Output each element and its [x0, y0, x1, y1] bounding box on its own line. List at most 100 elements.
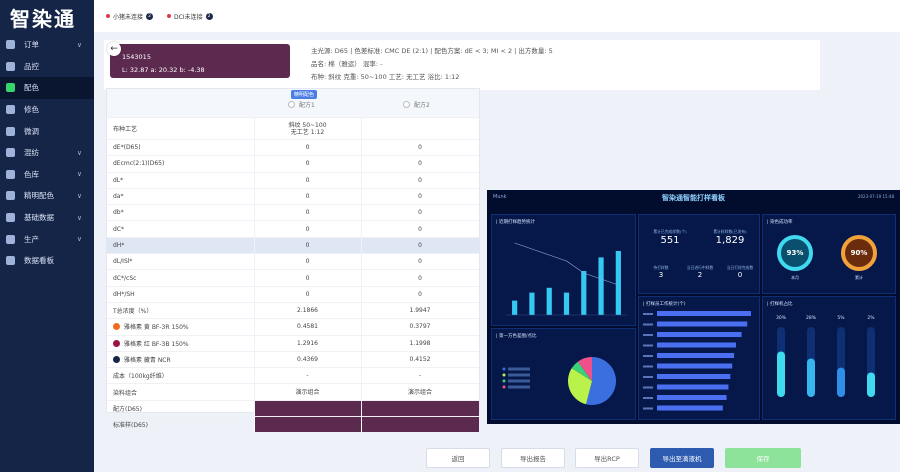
machine-panel: | 打样机占比 30% 28% 5% 2% [762, 296, 896, 420]
recipe-1-cell: 演示组合 [295, 388, 320, 396]
recipe-1-cell: 斜纹 50~100 无工艺 1:12 [288, 121, 327, 136]
recipe-1-cell: 0 [305, 209, 310, 217]
stat-value: 1,829 [715, 235, 745, 246]
sidebar-item[interactable]: 基础数据 ∨ [0, 207, 94, 229]
row-label-cell: dL* [107, 177, 254, 184]
chevron-down-icon: ∨ [76, 191, 82, 200]
back-button[interactable]: 返回 [426, 448, 490, 468]
stat-total: 累计样样数(已发布) 1,829 [703, 229, 757, 246]
sidebar-item[interactable]: 配色 [0, 77, 94, 99]
device-status-count: 2 [205, 12, 213, 20]
table-row: 染料组合 演示组合 演示组合 [107, 383, 479, 399]
row-label: 布种工艺 [113, 126, 138, 133]
row-label: db* [113, 209, 124, 217]
recipe-1-cell: 2.1866 [297, 307, 318, 315]
export-rcp-button[interactable]: 导出RCP [575, 448, 639, 468]
recipe-2-cell: 0 [418, 241, 422, 249]
recipe-2-radio[interactable]: 配方2 [403, 100, 430, 109]
dashboard-icon [6, 256, 15, 266]
recipe-1-cell: - [306, 372, 309, 380]
sidebar-item[interactable]: 生产 ∨ [0, 228, 94, 250]
table-row: dC*/cSc 0 0 [107, 269, 479, 285]
row-label-cell: da* [107, 193, 254, 200]
row-label-cell: 布种工艺 [107, 124, 254, 133]
recipe-1-cell: 0 [305, 176, 310, 184]
legend-label-placeholder [508, 385, 530, 389]
table-header: 精明配色 配方1 配方2 [107, 89, 479, 117]
row-label: dL* [113, 176, 124, 184]
row-label-cell: db* [107, 209, 254, 216]
color-card: 1543015 L: 32.87 a: 20.32 b: -4.38 [110, 44, 290, 78]
sidebar-item[interactable]: 精明配色 ∨ [0, 185, 94, 207]
legend-swatch [502, 367, 506, 371]
color-lab: L: 32.87 a: 20.32 b: -4.38 [122, 66, 205, 74]
sidebar-item[interactable]: 色库 ∨ [0, 164, 94, 186]
dashboard-time: 2023-07-19 15:48 [857, 194, 894, 199]
radio-icon [403, 101, 410, 108]
row-label-cell: 雅格素 红 BF-3B 150% [107, 339, 254, 348]
save-button[interactable]: 保存 [725, 448, 801, 468]
row-label-cell: T总浓度（%） [107, 306, 254, 315]
sidebar-item-label: 精明配色 [24, 191, 54, 201]
hbar [657, 332, 742, 337]
hbar [657, 374, 731, 379]
sidebar-item[interactable]: 品控 [0, 56, 94, 78]
dye-swatch-icon [113, 323, 120, 331]
tube-fill [867, 372, 875, 397]
export-report-button[interactable]: 导出报告 [501, 448, 565, 468]
hbar-label-placeholder [643, 334, 653, 336]
table-row: 标准样(D65) [107, 416, 479, 433]
table-row: 雅格素 红 BF-3B 150% 1.2916 1.1998 [107, 334, 479, 351]
table-row: dE*(D65) 0 0 [107, 139, 479, 155]
trend-bar [598, 257, 604, 315]
hbar [657, 321, 748, 327]
row-label-cell: dL/ISl* [107, 258, 254, 265]
trend-bar [615, 251, 621, 315]
status-dot-icon [167, 14, 172, 18]
device-status-count: 2 [146, 12, 154, 20]
recipe-1-cell: 0 [305, 241, 310, 249]
row-label-cell: 雅格素 藏青 NCR [107, 355, 254, 364]
back-arrow-icon[interactable]: ← [107, 42, 121, 56]
sidebar-item-label: 配色 [24, 83, 39, 93]
blend-icon [6, 148, 15, 158]
hbar-label-placeholder [643, 407, 653, 410]
recipe-1-radio[interactable]: 配方1 [288, 100, 315, 109]
chevron-down-icon: ∨ [76, 235, 82, 244]
device-status-1[interactable]: 小猪未连接 2 [106, 12, 154, 21]
legend-swatch [502, 373, 506, 377]
sidebar-item[interactable]: 订单 ∨ [0, 34, 94, 56]
data-icon [6, 213, 15, 223]
recipe-2-cell: 0.4152 [409, 356, 431, 363]
export-drip-button[interactable]: 导出至滴液机 [650, 448, 714, 468]
recipe-1-cell: 0.4581 [297, 323, 318, 331]
recipe-1-cell: 0 [305, 290, 310, 298]
hbar [657, 353, 735, 358]
recipe-2-cell: 1.9947 [409, 307, 431, 315]
row-label: da* [113, 193, 124, 201]
row-label-cell: dC* [107, 226, 254, 233]
table-row: dL/ISl* 0 0 [107, 253, 479, 269]
device-status-2[interactable]: DCI未连接 2 [167, 12, 213, 21]
recipe-1-cell: 0 [305, 193, 310, 201]
sidebar-item[interactable]: 微调 [0, 120, 94, 142]
sidebar-nav: 订单 ∨ 品控 配色 修色 微调 混纺 ∨ 色库 ∨ 精明配色 ∨ 基础数据 ∨ 生产 ∨ 数据看板 [0, 34, 94, 272]
table-row: dH*/SH 0 0 [107, 285, 479, 302]
table-row: T总浓度（%） 2.1866 1.9947 [107, 301, 479, 318]
recipe-2-cell: 0 [418, 144, 422, 152]
table-row: dC* 0 0 [107, 220, 479, 236]
row-label-cell: dC*/cSc [107, 275, 254, 282]
sidebar-item[interactable]: 修色 [0, 99, 94, 121]
sidebar: 智染通 订单 ∨ 品控 配色 修色 微调 混纺 ∨ 色库 ∨ 精明配色 ∨ 基础数据 ∨ 生产 ∨ 数据看板 [0, 0, 94, 472]
tune-icon [6, 126, 15, 136]
recipe-2-cell: 0 [418, 176, 422, 184]
sidebar-item[interactable]: 数据看板 [0, 250, 94, 272]
sidebar-item[interactable]: 混纺 ∨ [0, 142, 94, 164]
recipe-2-cell: 0 [418, 193, 422, 201]
hbar-label-placeholder [643, 313, 653, 315]
recipe-info: 主光源: D65 | 色差标准: CMC DE (2:1) | 配色方案: dE… [311, 45, 553, 84]
sidebar-item-label: 混纺 [24, 148, 39, 158]
machine-chart: 30% 28% 5% 2% [776, 315, 875, 397]
hbar-label-placeholder [643, 397, 653, 399]
trend-chart [506, 242, 627, 316]
